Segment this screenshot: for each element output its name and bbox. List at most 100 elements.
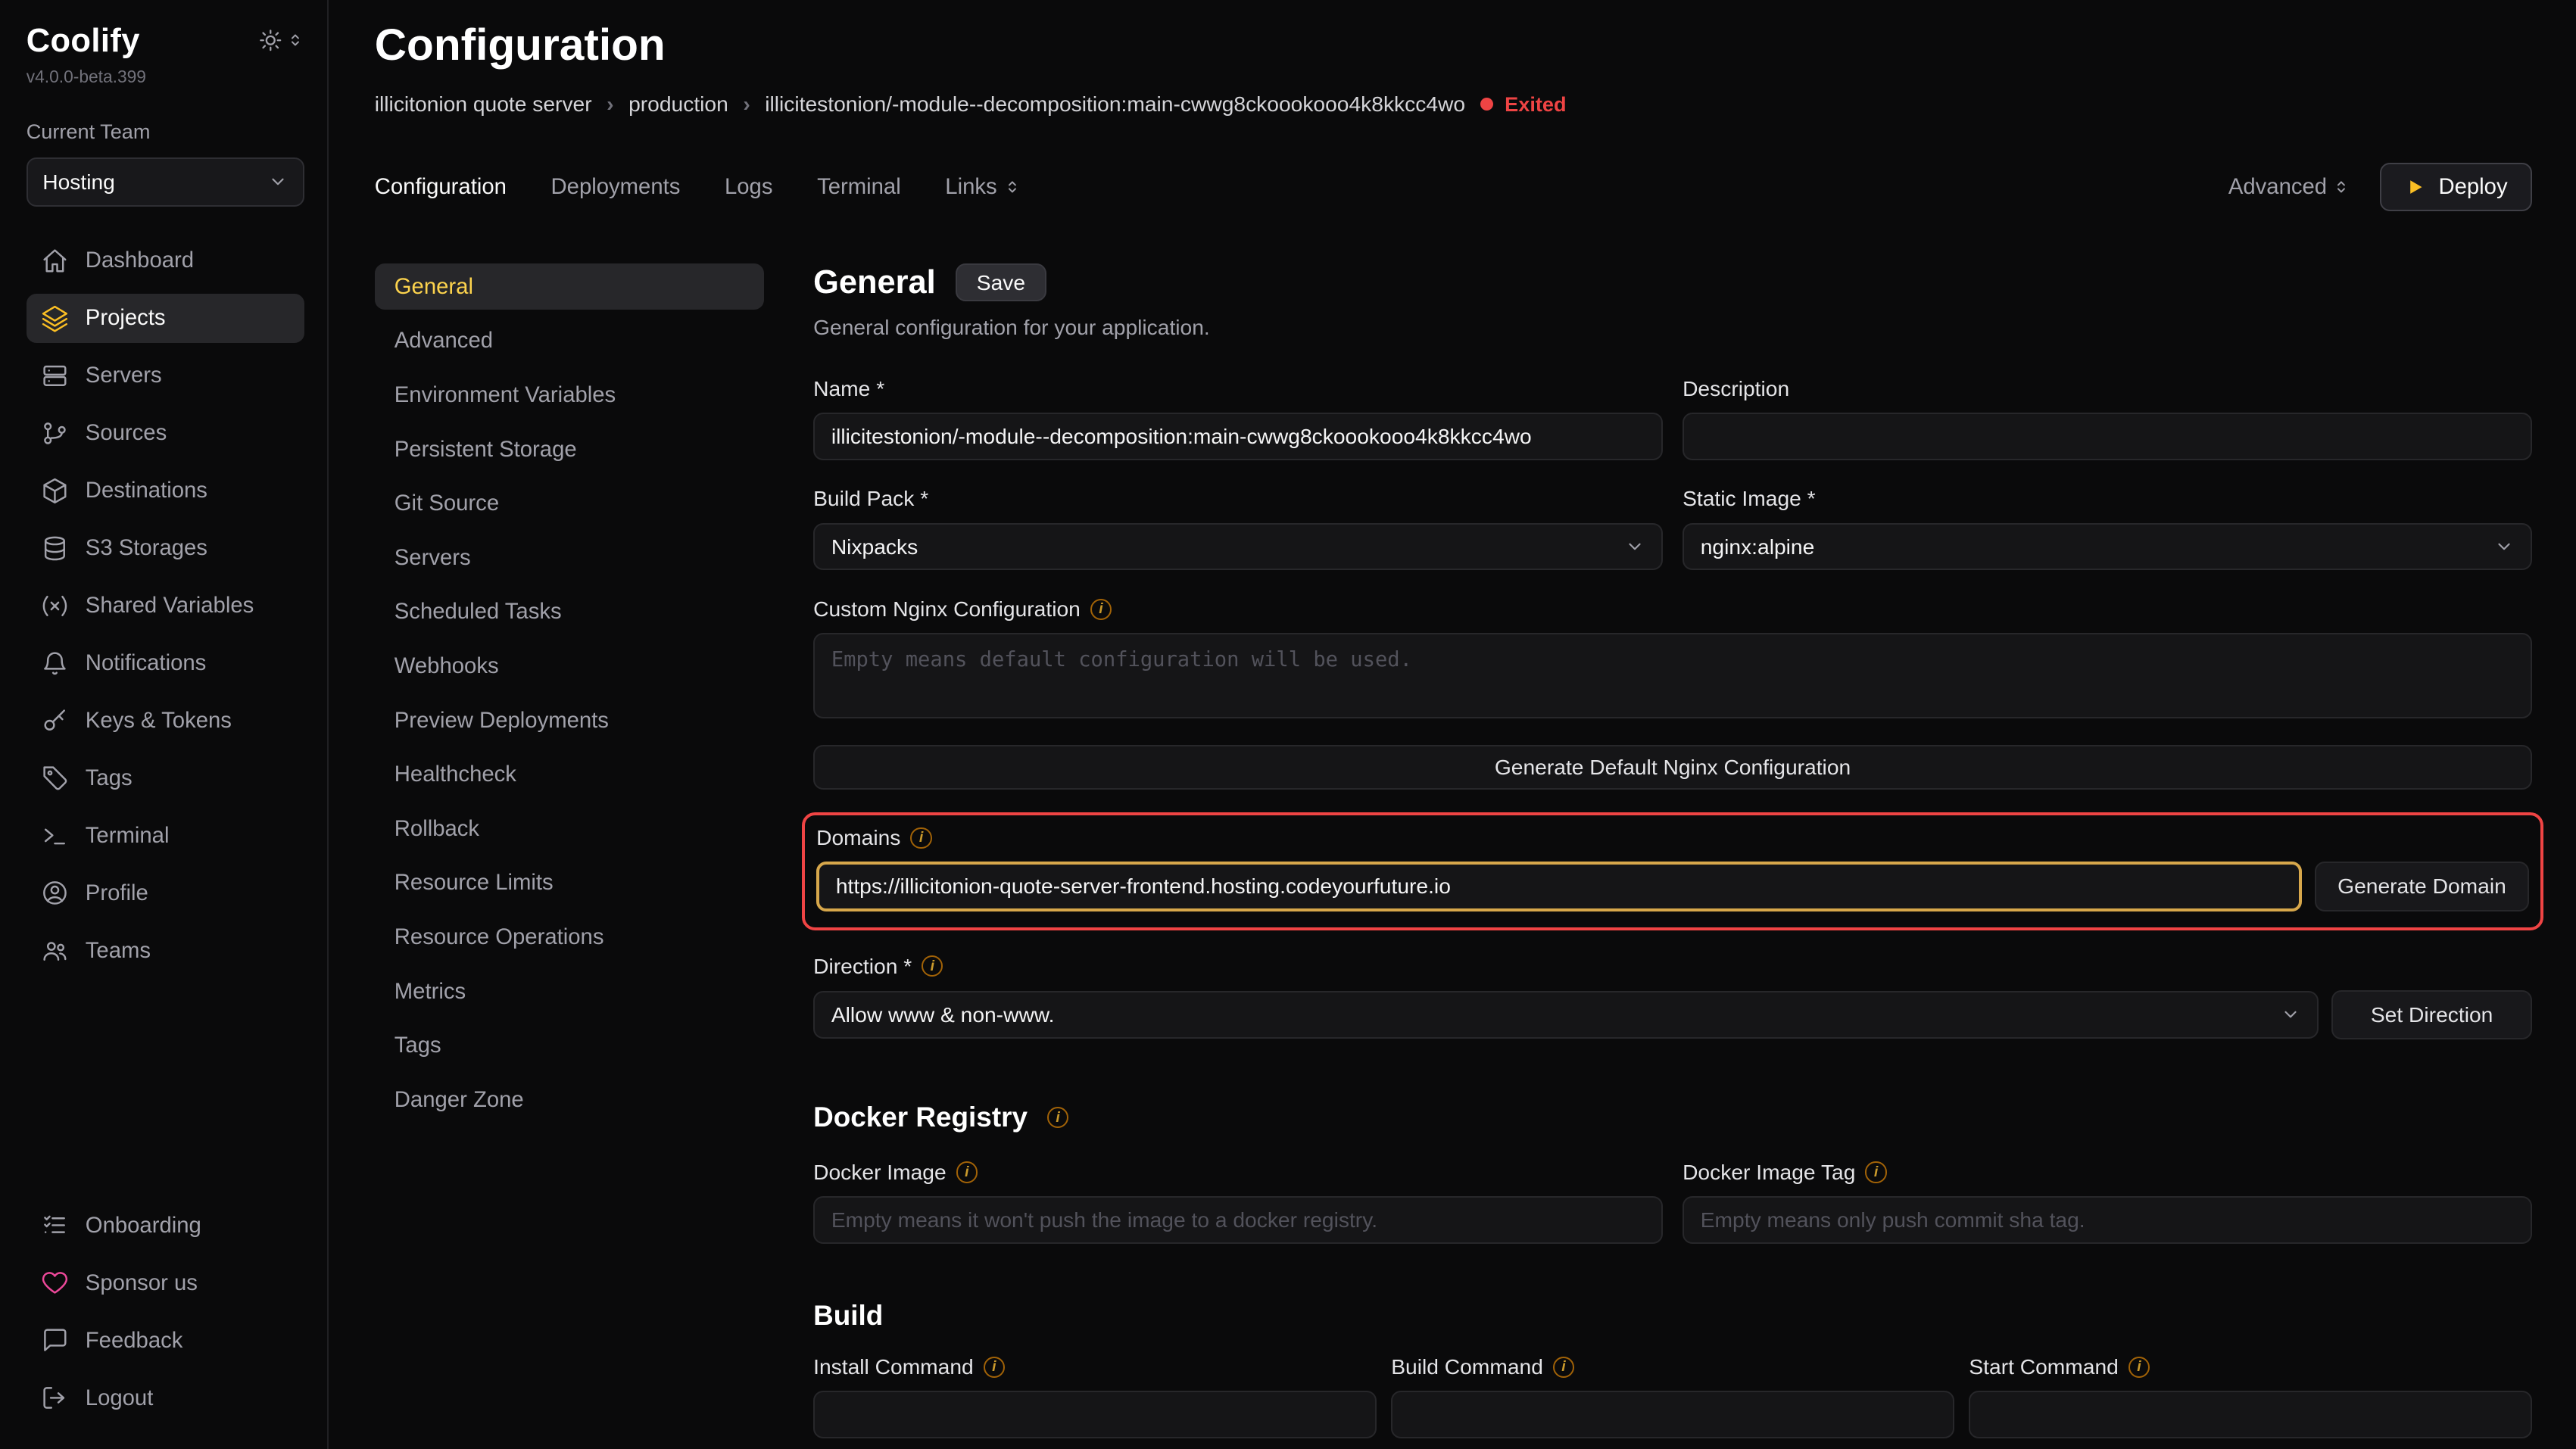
breadcrumb-application[interactable]: illicitestonion/-module--decomposition:m… [765, 92, 1465, 117]
sidebar-item-label: Terminal [86, 823, 170, 849]
sidebar-item-keys-tokens[interactable]: Keys & Tokens [27, 696, 304, 745]
nginx-config-textarea[interactable] [813, 633, 2532, 718]
users-icon [41, 936, 69, 964]
subnav-tags[interactable]: Tags [375, 1023, 764, 1069]
docker-image-label: Docker Image [813, 1160, 947, 1185]
sidebar-item-tags[interactable]: Tags [27, 753, 304, 802]
install-command-label: Install Command [813, 1354, 974, 1379]
breadcrumb-environment[interactable]: production [628, 92, 728, 117]
sidebar-item-feedback[interactable]: Feedback [27, 1316, 304, 1365]
info-icon[interactable]: i [910, 827, 931, 849]
subnav-resource-operations[interactable]: Resource Operations [375, 915, 764, 961]
sidebar-item-sponsor[interactable]: Sponsor us [27, 1258, 304, 1307]
build-command-input[interactable] [1391, 1391, 1954, 1438]
version-label: v4.0.0-beta.399 [27, 67, 146, 87]
theme-toggle-sun-icon[interactable] [258, 28, 283, 53]
info-icon[interactable]: i [956, 1161, 978, 1183]
subnav-resource-limits[interactable]: Resource Limits [375, 860, 764, 906]
info-icon[interactable]: i [1553, 1357, 1574, 1378]
advanced-dropdown[interactable]: Advanced [2228, 174, 2350, 200]
description-input[interactable] [1683, 413, 2532, 460]
sidebar-item-logout[interactable]: Logout [27, 1373, 304, 1423]
direction-select[interactable]: Allow www & non-www. [813, 991, 2319, 1039]
subnav-danger-zone[interactable]: Danger Zone [375, 1077, 764, 1123]
team-select[interactable]: Hosting [27, 157, 304, 207]
domains-input[interactable] [816, 862, 2301, 911]
sidebar-item-servers[interactable]: Servers [27, 351, 304, 400]
sidebar-item-shared-variables[interactable]: Shared Variables [27, 581, 304, 631]
page-title: Configuration [375, 20, 2532, 70]
sidebar-item-label: Keys & Tokens [86, 708, 232, 734]
sidebar-item-profile[interactable]: Profile [27, 868, 304, 918]
sidebar-nav: Dashboard Projects Servers Sources Desti… [27, 236, 304, 975]
sidebar-item-onboarding[interactable]: Onboarding [27, 1201, 304, 1250]
sidebar-item-projects[interactable]: Projects [27, 294, 304, 343]
sidebar-item-teams[interactable]: Teams [27, 926, 304, 975]
deploy-button[interactable]: Deploy [2380, 163, 2532, 211]
chevron-down-icon [2494, 537, 2514, 556]
sidebar-item-s3-storages[interactable]: S3 Storages [27, 524, 304, 573]
subnav-metrics[interactable]: Metrics [375, 968, 764, 1014]
sidebar-item-label: Sponsor us [86, 1270, 198, 1296]
sidebar-item-label: Profile [86, 880, 148, 906]
info-icon[interactable]: i [922, 955, 943, 977]
generate-domain-button[interactable]: Generate Domain [2315, 862, 2529, 911]
general-form: General Save General configuration for y… [813, 263, 2532, 1449]
team-select-value: Hosting [42, 170, 115, 195]
subnav-general[interactable]: General [375, 263, 764, 310]
start-command-input[interactable] [1969, 1391, 2532, 1438]
subnav-rollback[interactable]: Rollback [375, 806, 764, 852]
build-command-label: Build Command [1391, 1354, 1543, 1379]
docker-image-tag-input[interactable] [1683, 1196, 2532, 1244]
sidebar-item-sources[interactable]: Sources [27, 409, 304, 458]
info-icon[interactable]: i [1865, 1161, 1886, 1183]
sidebar-item-terminal[interactable]: Terminal [27, 811, 304, 860]
build-pack-value: Nixpacks [831, 534, 918, 559]
generate-nginx-button[interactable]: Generate Default Nginx Configuration [813, 745, 2532, 790]
sidebar-item-label: Notifications [86, 650, 207, 676]
subnav-healthcheck[interactable]: Healthcheck [375, 752, 764, 798]
general-heading: General [813, 264, 936, 301]
tab-deployments[interactable]: Deployments [551, 174, 681, 200]
subnav-scheduled-tasks[interactable]: Scheduled Tasks [375, 589, 764, 635]
tab-configuration[interactable]: Configuration [375, 174, 507, 200]
database-icon [41, 534, 69, 562]
subnav-webhooks[interactable]: Webhooks [375, 643, 764, 690]
status-dot-icon [1480, 98, 1493, 111]
name-input[interactable] [813, 413, 1663, 460]
save-button[interactable]: Save [956, 263, 1046, 301]
info-icon[interactable]: i [984, 1357, 1005, 1378]
description-label: Description [1683, 376, 2532, 401]
subnav-git-source[interactable]: Git Source [375, 481, 764, 527]
subnav-preview-deployments[interactable]: Preview Deployments [375, 697, 764, 743]
info-icon[interactable]: i [2128, 1357, 2150, 1378]
build-pack-select[interactable]: Nixpacks [813, 523, 1663, 571]
message-icon [41, 1326, 69, 1354]
breadcrumb-project[interactable]: illicitonion quote server [375, 92, 592, 117]
sidebar-item-notifications[interactable]: Notifications [27, 639, 304, 688]
sidebar-item-destinations[interactable]: Destinations [27, 466, 304, 516]
tab-logs[interactable]: Logs [725, 174, 773, 200]
sidebar-item-label: Onboarding [86, 1213, 201, 1239]
subnav-advanced[interactable]: Advanced [375, 318, 764, 364]
breadcrumb-separator [743, 92, 750, 117]
checklist-icon [41, 1211, 69, 1239]
subnav-environment-variables[interactable]: Environment Variables [375, 372, 764, 419]
git-branch-icon [41, 419, 69, 447]
sidebar-item-label: Servers [86, 363, 162, 388]
static-image-select[interactable]: nginx:alpine [1683, 523, 2532, 571]
info-icon[interactable]: i [1047, 1107, 1068, 1128]
install-command-input[interactable] [813, 1391, 1377, 1438]
set-direction-button[interactable]: Set Direction [2331, 990, 2532, 1039]
subnav-persistent-storage[interactable]: Persistent Storage [375, 426, 764, 472]
subnav-servers[interactable]: Servers [375, 534, 764, 581]
sidebar-item-dashboard[interactable]: Dashboard [27, 236, 304, 285]
brand-logo: Coolify [27, 23, 146, 60]
bell-icon [41, 650, 69, 678]
sidebar-item-label: Logout [86, 1385, 154, 1411]
tab-terminal[interactable]: Terminal [817, 174, 901, 200]
info-icon[interactable]: i [1090, 599, 1112, 620]
theme-unfold-icon[interactable] [286, 31, 304, 49]
tab-links[interactable]: Links [945, 174, 1021, 200]
docker-image-input[interactable] [813, 1196, 1663, 1244]
